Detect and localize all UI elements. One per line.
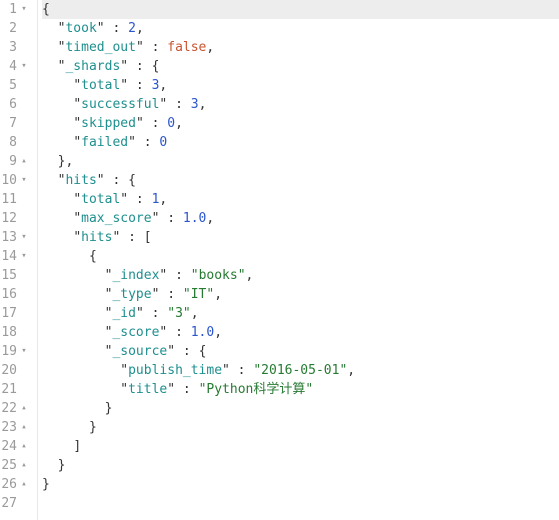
code-line[interactable]: "hits" : { xyxy=(42,171,559,190)
line-gutter: 1▾ 2 3 4▾ 5 6 7 8 9▴ 10▾ 11 12 13▾ 14▾ 1… xyxy=(0,0,38,520)
line-number[interactable]: 6 xyxy=(0,95,29,114)
line-number[interactable]: 19▾ xyxy=(0,342,29,361)
code-line[interactable]: "successful" : 3, xyxy=(42,95,559,114)
code-line[interactable]: } xyxy=(42,399,559,418)
fold-icon[interactable]: ▾ xyxy=(19,247,29,266)
code-line[interactable]: "_id" : "3", xyxy=(42,304,559,323)
code-line[interactable]: "_index" : "books", xyxy=(42,266,559,285)
code-line[interactable]: "_score" : 1.0, xyxy=(42,323,559,342)
line-number[interactable]: 27 xyxy=(0,494,29,513)
line-number[interactable]: 14▾ xyxy=(0,247,29,266)
line-number[interactable]: 17 xyxy=(0,304,29,323)
line-number[interactable]: 16 xyxy=(0,285,29,304)
line-number[interactable]: 10▾ xyxy=(0,171,29,190)
code-line[interactable]: "skipped" : 0, xyxy=(42,114,559,133)
code-line[interactable]: "total" : 1, xyxy=(42,190,559,209)
code-area[interactable]: { "took" : 2, "timed_out" : false, "_sha… xyxy=(38,0,559,520)
line-number[interactable]: 2 xyxy=(0,19,29,38)
fold-icon[interactable]: ▾ xyxy=(19,171,29,190)
code-line[interactable]: "publish_time" : "2016-05-01", xyxy=(42,361,559,380)
code-line[interactable]: } xyxy=(42,418,559,437)
fold-icon[interactable]: ▴ xyxy=(19,418,29,437)
line-number[interactable]: 9▴ xyxy=(0,152,29,171)
line-number[interactable]: 8 xyxy=(0,133,29,152)
code-line[interactable]: "hits" : [ xyxy=(42,228,559,247)
line-number[interactable]: 21 xyxy=(0,380,29,399)
line-number[interactable]: 4▾ xyxy=(0,57,29,76)
code-line[interactable]: "timed_out" : false, xyxy=(42,38,559,57)
code-line[interactable]: { xyxy=(42,247,559,266)
line-number[interactable]: 25▴ xyxy=(0,456,29,475)
line-number[interactable]: 7 xyxy=(0,114,29,133)
line-number[interactable]: 3 xyxy=(0,38,29,57)
fold-icon[interactable]: ▴ xyxy=(19,437,29,456)
line-number[interactable]: 23▴ xyxy=(0,418,29,437)
code-line[interactable]: } xyxy=(42,475,559,494)
line-number[interactable]: 15 xyxy=(0,266,29,285)
code-line[interactable]: ] xyxy=(42,437,559,456)
line-number[interactable]: 20 xyxy=(0,361,29,380)
line-number[interactable]: 13▾ xyxy=(0,228,29,247)
code-line[interactable]: "total" : 3, xyxy=(42,76,559,95)
line-number[interactable]: 18 xyxy=(0,323,29,342)
line-number[interactable]: 12 xyxy=(0,209,29,228)
line-number[interactable]: 11 xyxy=(0,190,29,209)
fold-icon[interactable]: ▴ xyxy=(19,475,29,494)
code-line[interactable]: "_type" : "IT", xyxy=(42,285,559,304)
line-number[interactable]: 1▾ xyxy=(0,0,29,19)
fold-icon[interactable]: ▴ xyxy=(19,399,29,418)
code-line[interactable]: "max_score" : 1.0, xyxy=(42,209,559,228)
fold-icon[interactable]: ▾ xyxy=(19,228,29,247)
line-number[interactable]: 22▴ xyxy=(0,399,29,418)
code-line[interactable]: "title" : "Python科学计算" xyxy=(42,380,559,399)
code-line[interactable]: } xyxy=(42,456,559,475)
fold-icon[interactable]: ▴ xyxy=(19,152,29,171)
code-line[interactable]: "failed" : 0 xyxy=(42,133,559,152)
code-line[interactable]: "_source" : { xyxy=(42,342,559,361)
fold-icon[interactable]: ▾ xyxy=(19,0,29,19)
code-line[interactable]: { xyxy=(42,0,559,19)
code-line[interactable]: }, xyxy=(42,152,559,171)
line-number[interactable]: 24▴ xyxy=(0,437,29,456)
code-line[interactable]: "took" : 2, xyxy=(42,19,559,38)
fold-icon[interactable]: ▾ xyxy=(19,57,29,76)
code-line[interactable] xyxy=(42,494,559,513)
code-line[interactable]: "_shards" : { xyxy=(42,57,559,76)
line-number[interactable]: 5 xyxy=(0,76,29,95)
code-editor: 1▾ 2 3 4▾ 5 6 7 8 9▴ 10▾ 11 12 13▾ 14▾ 1… xyxy=(0,0,559,520)
fold-icon[interactable]: ▾ xyxy=(19,342,29,361)
line-number[interactable]: 26▴ xyxy=(0,475,29,494)
fold-icon[interactable]: ▴ xyxy=(19,456,29,475)
